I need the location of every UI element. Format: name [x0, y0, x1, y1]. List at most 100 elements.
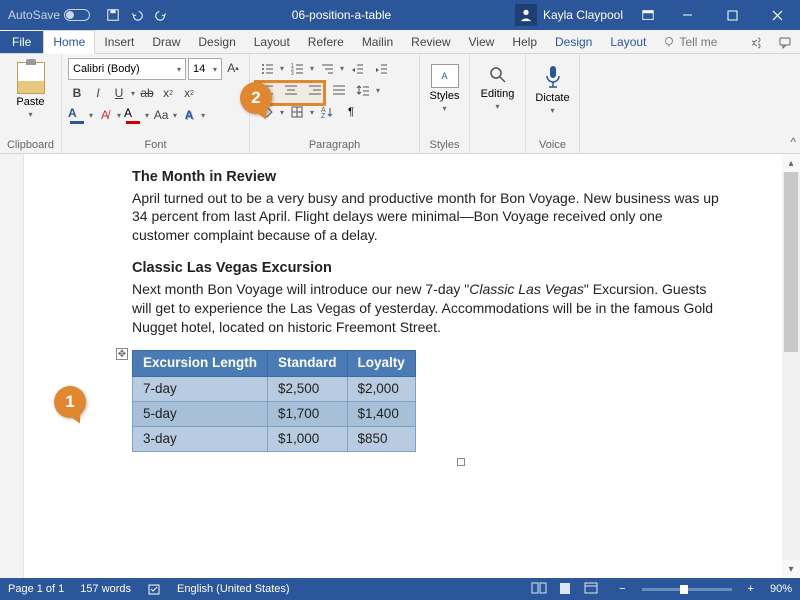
dictate-button[interactable]: Dictate ▾ [532, 58, 573, 115]
proofing-icon[interactable] [147, 582, 161, 596]
superscript-button[interactable]: x2 [180, 83, 198, 103]
tab-table-design[interactable]: Design [546, 31, 601, 53]
tab-draw[interactable]: Draw [143, 31, 189, 53]
clear-formatting-button[interactable]: A̸ [96, 105, 114, 125]
share-button[interactable] [740, 31, 770, 53]
editing-button[interactable]: Editing ▾ [476, 58, 519, 111]
show-hide-button[interactable]: ¶ [340, 102, 362, 122]
tab-home[interactable]: Home [43, 30, 95, 54]
tab-view[interactable]: View [460, 31, 504, 53]
scroll-track[interactable] [782, 172, 800, 560]
heading-2: Classic Las Vegas Excursion [132, 259, 722, 279]
text-highlight-button[interactable]: A [68, 106, 86, 124]
decrease-indent-button[interactable] [346, 58, 368, 78]
word-count[interactable]: 157 words [80, 583, 131, 595]
chevron-down-icon: ▾ [310, 108, 314, 117]
undo-icon[interactable] [130, 8, 144, 22]
table-cell[interactable]: $2,000 [347, 376, 415, 401]
zoom-level[interactable]: 90% [770, 583, 792, 595]
document-title: 06-position-a-table [176, 8, 507, 22]
page-content[interactable]: The Month in Review April turned out to … [24, 154, 782, 578]
table-cell[interactable]: 7-day [133, 376, 268, 401]
table-header[interactable]: Loyalty [347, 351, 415, 376]
tab-file[interactable]: File [0, 31, 43, 53]
tab-table-layout[interactable]: Layout [601, 31, 655, 53]
tab-help[interactable]: Help [503, 31, 546, 53]
table-cell[interactable]: $1,000 [268, 427, 348, 452]
ribbon-display-icon[interactable] [631, 8, 665, 22]
multilevel-list-button[interactable] [316, 58, 338, 78]
zoom-slider[interactable] [642, 588, 732, 591]
tab-design[interactable]: Design [189, 31, 244, 53]
font-group-label: Font [68, 139, 243, 151]
italic-button[interactable]: I [89, 83, 107, 103]
redo-icon[interactable] [154, 8, 168, 22]
ribbon: Paste ▾ Clipboard Calibri (Body)▾ 14▾ A▴… [0, 54, 800, 154]
tell-me-search[interactable]: Tell me [655, 31, 725, 53]
increase-indent-button[interactable] [370, 58, 392, 78]
paste-button[interactable]: Paste ▾ [6, 58, 55, 119]
read-mode-button[interactable] [531, 581, 551, 597]
line-spacing-button[interactable] [352, 80, 374, 100]
save-icon[interactable] [106, 8, 120, 22]
font-color-button[interactable]: A [124, 106, 142, 124]
vertical-scrollbar[interactable]: ▴ ▾ [782, 154, 800, 578]
tab-insert[interactable]: Insert [95, 31, 143, 53]
close-button[interactable] [755, 0, 800, 30]
table-header[interactable]: Excursion Length [133, 351, 268, 376]
zoom-in-button[interactable]: + [748, 583, 754, 595]
strikethrough-button[interactable]: ab [138, 83, 156, 103]
tab-mailings[interactable]: Mailin [353, 31, 402, 53]
print-layout-button[interactable] [557, 581, 577, 597]
subscript-button[interactable]: x2 [159, 83, 177, 103]
font-name-combo[interactable]: Calibri (Body)▾ [68, 58, 186, 80]
document-area: The Month in Review April turned out to … [0, 154, 782, 578]
table-row: 3-day $1,000 $850 [133, 427, 416, 452]
dictate-label: Dictate [535, 92, 569, 104]
grow-font-button[interactable]: A▴ [224, 58, 242, 78]
table-cell[interactable]: $1,400 [347, 401, 415, 426]
justify-button[interactable] [328, 80, 350, 100]
styles-button[interactable]: A Styles ▾ [426, 58, 463, 113]
tab-review[interactable]: Review [402, 31, 459, 53]
scroll-down-button[interactable]: ▾ [782, 560, 800, 578]
autosave-toggle[interactable]: AutoSave [0, 8, 98, 22]
tell-me-label: Tell me [679, 35, 717, 49]
zoom-out-button[interactable]: − [619, 583, 625, 595]
autosave-switch[interactable] [64, 9, 90, 21]
table-header[interactable]: Standard [268, 351, 348, 376]
table-move-handle[interactable]: ✥ [116, 348, 128, 360]
font-name-value: Calibri (Body) [73, 63, 140, 75]
change-case-button[interactable]: Aa [152, 105, 170, 125]
user-account[interactable]: Kayla Claypool [507, 4, 631, 26]
language-indicator[interactable]: English (United States) [177, 583, 290, 595]
bullets-button[interactable] [256, 58, 278, 78]
maximize-button[interactable] [710, 0, 755, 30]
table-cell[interactable]: $2,500 [268, 376, 348, 401]
table-cell[interactable]: 5-day [133, 401, 268, 426]
table-cell[interactable]: $850 [347, 427, 415, 452]
tab-layout[interactable]: Layout [245, 31, 299, 53]
callout-badge-2: 2 [240, 82, 272, 114]
minimize-button[interactable] [665, 0, 710, 30]
numbering-button[interactable]: 123 [286, 58, 308, 78]
underline-button[interactable]: U [110, 83, 128, 103]
table-cell[interactable]: 3-day [133, 427, 268, 452]
text-effects-button[interactable]: A [180, 105, 198, 125]
bold-button[interactable]: B [68, 83, 86, 103]
pricing-table[interactable]: Excursion Length Standard Loyalty 7-day … [132, 350, 416, 452]
tab-references[interactable]: Refere [299, 31, 353, 53]
styles-group: A Styles ▾ Styles [420, 54, 470, 153]
web-layout-button[interactable] [583, 581, 603, 597]
comments-button[interactable] [770, 31, 800, 53]
font-group: Calibri (Body)▾ 14▾ A▴ B I U ▾ ab x2 x2 … [62, 54, 250, 153]
chevron-down-icon: ▾ [28, 110, 32, 119]
editing-group: Editing ▾ [470, 54, 526, 153]
table-resize-handle[interactable] [457, 458, 465, 466]
font-size-combo[interactable]: 14▾ [188, 58, 222, 80]
collapse-ribbon-button[interactable]: ^ [790, 135, 796, 149]
scroll-up-button[interactable]: ▴ [782, 154, 800, 172]
scroll-thumb[interactable] [784, 172, 798, 352]
page-indicator[interactable]: Page 1 of 1 [8, 583, 64, 595]
table-cell[interactable]: $1,700 [268, 401, 348, 426]
